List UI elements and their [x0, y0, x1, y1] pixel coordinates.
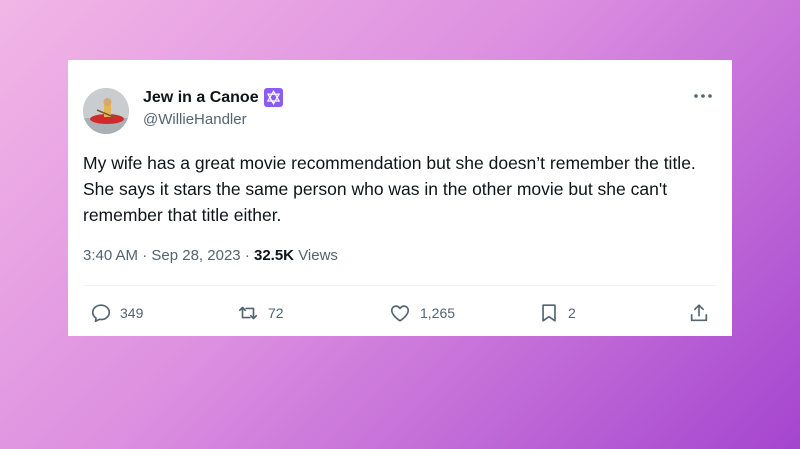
tweet-meta: 3:40 AM · Sep 28, 2023 · 32.5K Views: [83, 247, 338, 264]
reply-button[interactable]: 349: [90, 302, 143, 324]
reply-icon: [91, 304, 111, 323]
reply-count: 349: [120, 305, 144, 321]
divider: [83, 285, 717, 286]
share-icon: [690, 304, 708, 322]
name-row: Jew in a Canoe: [143, 88, 283, 107]
heart-icon: [390, 305, 410, 322]
display-name[interactable]: Jew in a Canoe: [143, 89, 259, 107]
more-options-icon[interactable]: [692, 86, 714, 106]
tweet-text: My wife has a great movie recommendation…: [83, 153, 696, 225]
star-of-david-icon: [263, 88, 283, 107]
share-button[interactable]: [688, 302, 710, 324]
avatar[interactable]: [83, 88, 129, 134]
like-count: 1,265: [420, 305, 456, 321]
retweet-count: 72: [268, 305, 284, 321]
separator-dot: ·: [142, 247, 152, 264]
views-count: 32.5K: [253, 247, 295, 264]
like-button[interactable]: 1,265: [388, 302, 455, 324]
separator-dot: ·: [244, 247, 254, 264]
tweet-date[interactable]: Sep 28, 2023: [151, 247, 240, 264]
retweet-icon: [238, 306, 258, 320]
retweet-button[interactable]: 72: [236, 302, 284, 324]
bookmark-count: 2: [568, 305, 576, 321]
tweet-time[interactable]: 3:40 AM: [83, 247, 138, 264]
bookmark-button[interactable]: 2: [538, 302, 576, 324]
views-label: Views: [298, 247, 338, 264]
tweet-card: Jew in a Canoe @WillieHandler My wife ha…: [68, 60, 732, 336]
bookmark-icon: [542, 304, 556, 322]
user-handle[interactable]: @WillieHandler: [143, 111, 247, 128]
